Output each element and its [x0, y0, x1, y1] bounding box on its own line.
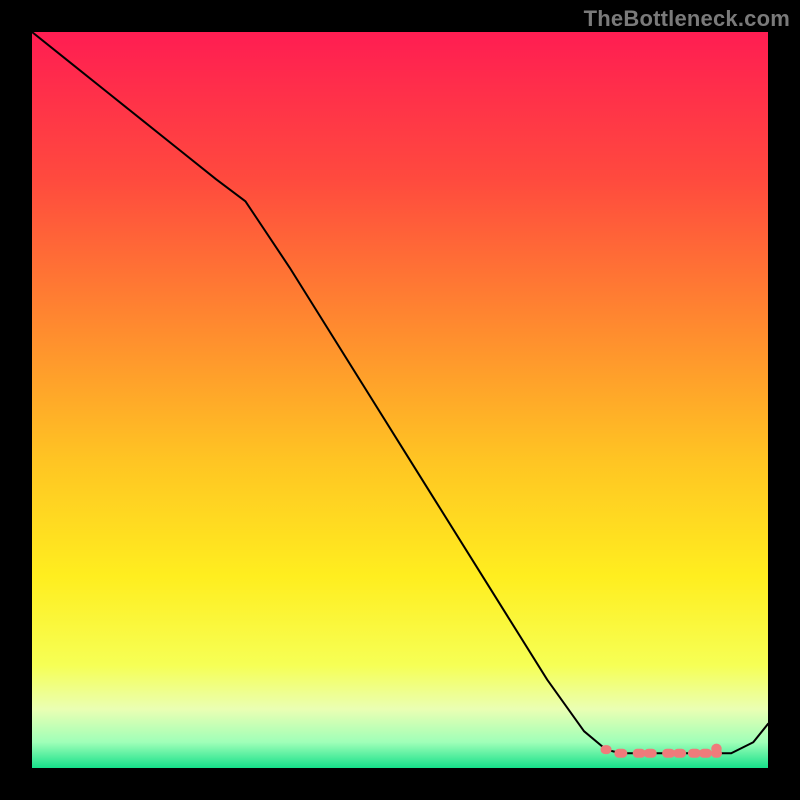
optimal-marker-end [711, 744, 722, 755]
optimal-marker [644, 749, 657, 758]
gradient-background [32, 32, 768, 768]
chart-svg [32, 32, 768, 768]
optimal-marker [614, 749, 627, 758]
optimal-marker [601, 745, 612, 754]
watermark-label: TheBottleneck.com [584, 6, 790, 32]
optimal-marker [673, 749, 686, 758]
optimal-marker [699, 749, 712, 758]
chart-stage: TheBottleneck.com [0, 0, 800, 800]
plot-area [32, 32, 768, 768]
